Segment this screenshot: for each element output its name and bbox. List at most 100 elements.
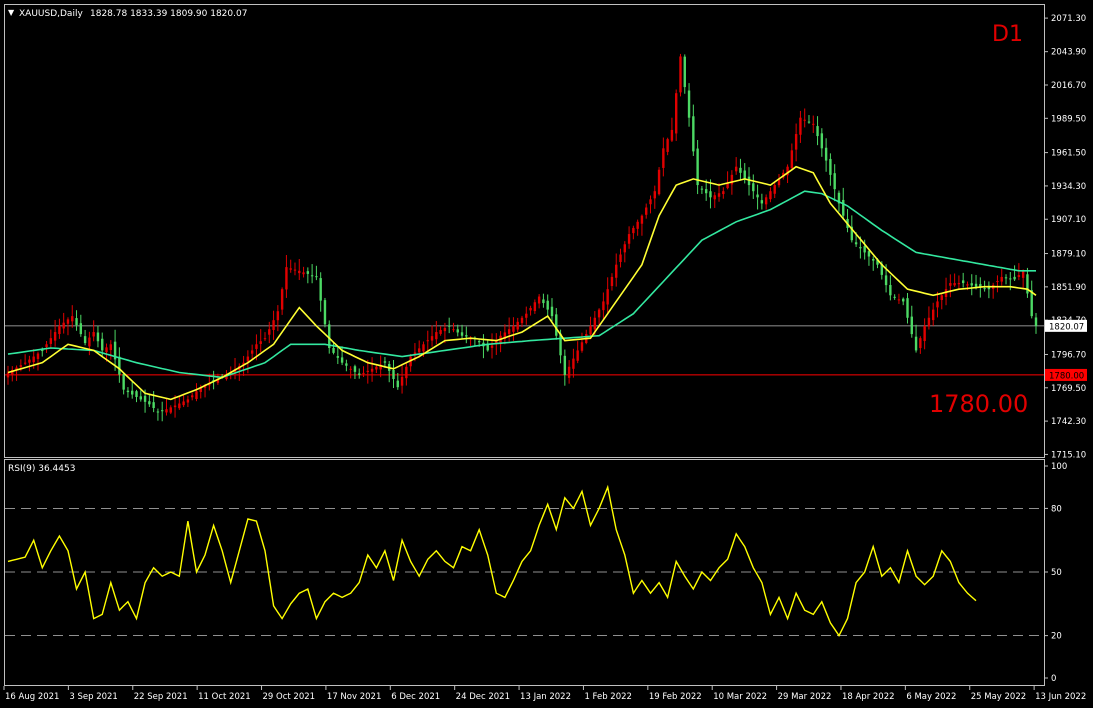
candle-body <box>610 276 614 287</box>
candle-body <box>62 322 65 329</box>
candle-body <box>1013 276 1016 280</box>
candle-body <box>949 283 952 286</box>
candle-body <box>854 242 858 245</box>
candle-body <box>756 194 759 198</box>
candle-body <box>340 357 344 363</box>
candle-body <box>769 191 772 200</box>
candle-body <box>186 399 190 403</box>
candle-body <box>704 189 708 194</box>
candle-body <box>713 195 716 200</box>
symbol-menu-icon[interactable]: ▼ <box>8 8 15 17</box>
candle-body <box>734 166 738 172</box>
candle-body <box>580 342 584 351</box>
price-axis-label: 2016.70 <box>1051 81 1086 91</box>
candle-body <box>71 316 74 322</box>
candle-body <box>139 396 142 400</box>
candle-body <box>276 311 280 321</box>
candle-body <box>345 363 348 366</box>
candle-body <box>867 251 871 257</box>
candle-body <box>152 402 155 409</box>
candle-body <box>863 246 866 253</box>
candle-body <box>1034 317 1038 326</box>
price-axis-label: 1742.30 <box>1051 417 1086 427</box>
time-axis-label: 24 Dec 2021 <box>456 692 510 702</box>
candle-body <box>49 338 53 344</box>
candle-body <box>961 280 965 284</box>
candle-body <box>447 325 451 327</box>
candle-body <box>824 147 828 161</box>
price-axis-label: 1907.10 <box>1051 215 1086 225</box>
candle-body <box>743 170 746 179</box>
candle-body <box>910 316 913 335</box>
candle-body <box>109 344 112 351</box>
candle-body <box>400 376 404 386</box>
candle-body <box>760 200 764 204</box>
candle-body <box>41 350 44 352</box>
candle-body <box>597 309 601 318</box>
candle-body <box>529 307 532 311</box>
candle-body <box>927 317 931 327</box>
candle-body <box>833 173 836 190</box>
candle-body <box>589 325 592 335</box>
time-axis-label: 29 Mar 2022 <box>778 692 832 702</box>
time-axis-label: 6 Dec 2021 <box>391 692 440 702</box>
candle-body <box>105 347 108 353</box>
time-axis-label: 6 May 2022 <box>906 692 956 702</box>
candle-body <box>396 380 399 388</box>
candle-body <box>272 320 275 330</box>
candle-body <box>687 90 691 118</box>
candle-body <box>902 298 905 302</box>
time-axis-label: 1 Feb 2022 <box>584 692 632 702</box>
price-chart-window[interactable]: 2071.30 2043.90 2016.70 1989.50 1961.50 1934.… <box>0 0 1093 708</box>
candle-body <box>418 348 421 353</box>
candle <box>675 89 678 141</box>
candle-body <box>606 289 609 305</box>
level-annotation: 1780.00 <box>929 390 1028 418</box>
candle-body <box>889 284 892 296</box>
rsi-axis-label: 20 <box>1051 632 1062 642</box>
candle-body <box>456 329 459 333</box>
rsi-axis-label: 100 <box>1051 462 1067 472</box>
time-axis-label: 18 Apr 2022 <box>842 692 895 702</box>
candle-body <box>255 344 258 349</box>
candle-body <box>148 401 151 405</box>
candle-body <box>405 366 408 379</box>
candle-body <box>829 158 832 175</box>
time-axis-label: 13 Jan 2022 <box>520 692 571 702</box>
candle-body <box>520 317 524 324</box>
candle-body <box>1009 278 1012 280</box>
candle-body <box>92 332 95 337</box>
candle-body <box>812 123 815 125</box>
candle-body <box>683 56 686 88</box>
candle-body <box>512 325 515 332</box>
time-axis-label: 16 Aug 2021 <box>5 692 59 702</box>
candle-body <box>764 197 768 205</box>
candle-body <box>739 167 742 173</box>
candle-body <box>45 344 48 348</box>
candle-body <box>533 302 537 312</box>
candle-body <box>1017 275 1021 277</box>
candle-body <box>195 391 198 400</box>
candle-body <box>178 403 181 409</box>
candle-body <box>542 299 545 304</box>
candle-body <box>452 329 455 331</box>
candle-body <box>842 199 845 216</box>
candle-body <box>161 410 164 412</box>
candle-body <box>246 356 250 362</box>
candle-body <box>362 372 365 374</box>
candle-body <box>173 405 177 408</box>
candle-body <box>285 267 288 290</box>
candle-body <box>298 270 301 274</box>
candle-body <box>932 309 935 321</box>
candle-body <box>1030 290 1033 317</box>
level-price-tag-label: 1780.00 <box>1049 371 1084 381</box>
candle-body <box>392 369 395 380</box>
candle-body <box>897 299 901 301</box>
candle-body <box>653 191 656 199</box>
price-axis-label: 1934.30 <box>1051 182 1086 192</box>
candle-body <box>602 301 605 311</box>
candle-body <box>640 215 644 224</box>
candle-body <box>996 281 999 283</box>
candle-body <box>383 361 387 363</box>
candle-body <box>807 121 811 123</box>
